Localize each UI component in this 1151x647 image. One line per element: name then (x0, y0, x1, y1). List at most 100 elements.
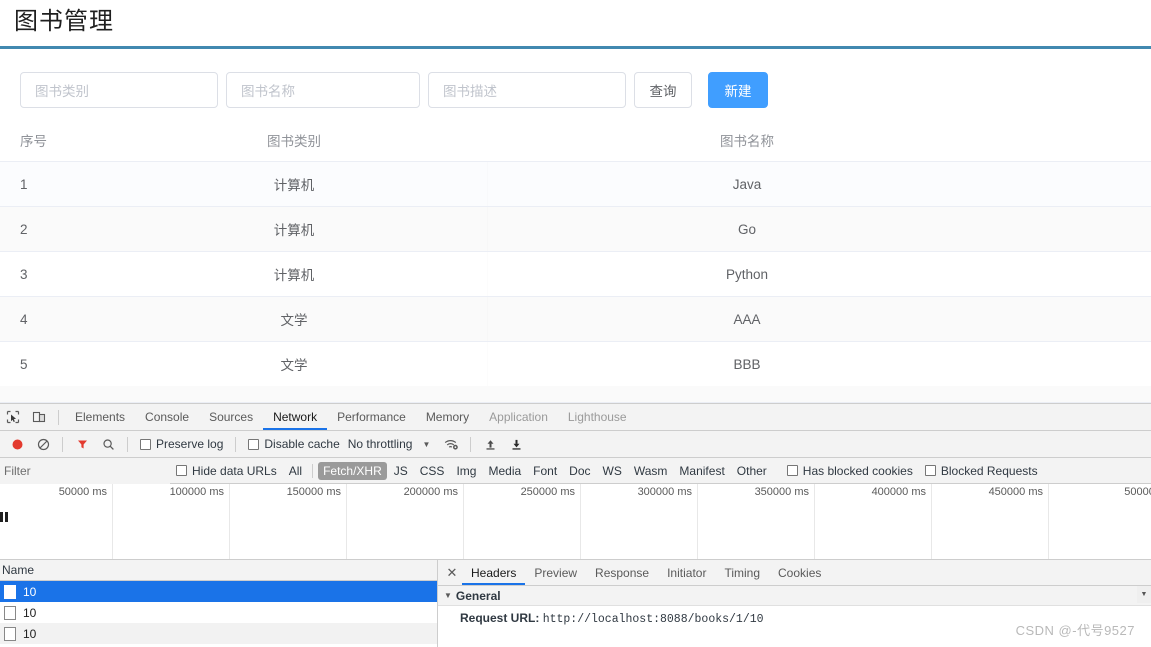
book-description-input[interactable]: 图书描述 (428, 72, 626, 108)
filter-type-font[interactable]: Font (528, 462, 562, 480)
has-blocked-cookies-label: Has blocked cookies (802, 463, 913, 478)
filter-funnel-icon[interactable] (69, 431, 95, 457)
filter-type-ws[interactable]: WS (598, 462, 627, 480)
page-title: 图书管理 (14, 8, 114, 35)
book-name-input[interactable]: 图书名称 (226, 72, 420, 108)
import-har-icon[interactable] (477, 431, 503, 457)
checkbox-box (140, 438, 151, 450)
column-header-index: 序号 (20, 133, 47, 149)
search-icon[interactable] (95, 431, 121, 457)
devtools-panel: Elements Console Sources Network Perform… (0, 403, 1151, 647)
book-description-placeholder: 图书描述 (443, 84, 497, 99)
has-blocked-cookies-checkbox[interactable]: Has blocked cookies (786, 463, 913, 478)
detail-tab-headers[interactable]: Headers (462, 560, 525, 585)
close-icon[interactable]: ✕ (442, 565, 462, 581)
filter-type-img[interactable]: Img (451, 462, 481, 480)
table-row[interactable]: 5 文学 BBB (0, 342, 1151, 387)
fixed-column-shadow (487, 162, 488, 206)
cell-index: 4 (20, 311, 28, 327)
filter-type-other[interactable]: Other (732, 462, 772, 480)
detail-tab-response[interactable]: Response (586, 560, 658, 585)
filter-type-fetch-xhr[interactable]: Fetch/XHR (318, 461, 387, 480)
disable-cache-checkbox[interactable]: Disable cache (248, 437, 340, 451)
timeline-tick: 300000 ms (637, 486, 692, 498)
devtools-tab-application[interactable]: Application (479, 404, 558, 430)
request-url-key: Request URL: (460, 611, 540, 625)
hide-data-urls-label: Hide data URLs (192, 463, 277, 478)
timeline-tick: 500000 (1124, 486, 1151, 498)
general-section-body: Request URL: http://localhost:8088/books… (438, 606, 1151, 628)
detail-tab-preview[interactable]: Preview (525, 560, 586, 585)
filter-type-wasm[interactable]: Wasm (629, 462, 673, 480)
network-filter-bar: Filter Hide data URLs All Fetch/XHR JS C… (0, 457, 1151, 484)
book-table: 序号 图书类别 图书名称 1 计算机 Java 2 计算机 Go 3 计算机 P… (0, 118, 1151, 387)
device-toolbar-icon[interactable] (26, 404, 52, 430)
timeline-tick: 50000 ms (58, 486, 107, 498)
list-item[interactable]: 10 (0, 623, 437, 644)
filter-type-all[interactable]: All (284, 462, 307, 480)
record-button-icon[interactable] (4, 431, 30, 457)
inspect-element-icon[interactable] (0, 404, 26, 430)
fixed-column-shadow (487, 342, 488, 386)
throttling-select[interactable]: No throttling (348, 437, 413, 451)
timeline-tick: 450000 ms (988, 486, 1043, 498)
chevron-down-icon[interactable]: ▼ (422, 440, 430, 449)
filter-type-css[interactable]: CSS (415, 462, 450, 480)
filter-type-manifest[interactable]: Manifest (674, 462, 729, 480)
book-name-placeholder: 图书名称 (241, 84, 295, 99)
network-conditions-icon[interactable] (438, 431, 464, 457)
devtools-tab-console[interactable]: Console (135, 404, 199, 430)
table-row[interactable]: 3 计算机 Python (0, 252, 1151, 297)
network-toolbar: Preserve log Disable cache No throttling… (0, 431, 1151, 458)
cell-name: Python (725, 266, 769, 282)
requests-column-header[interactable]: Name (0, 560, 437, 581)
devtools-tab-lighthouse[interactable]: Lighthouse (558, 404, 637, 430)
devtools-tab-elements[interactable]: Elements (65, 404, 135, 430)
detail-tab-cookies[interactable]: Cookies (769, 560, 830, 585)
timeline-tick: 200000 ms (403, 486, 458, 498)
request-url-row: Request URL: http://localhost:8088/books… (460, 610, 1151, 628)
book-category-input[interactable]: 图书类别 (20, 72, 218, 108)
column-header-category: 图书类别 (267, 133, 321, 149)
devtools-tab-memory[interactable]: Memory (416, 404, 479, 430)
table-row[interactable]: 1 计算机 Java (0, 162, 1151, 207)
hide-data-urls-checkbox[interactable]: Hide data URLs (176, 464, 277, 478)
blocked-requests-checkbox[interactable]: Blocked Requests (924, 464, 1038, 478)
triangle-down-icon: ▼ (444, 591, 452, 600)
table-footer-strip (0, 386, 1151, 403)
request-url-value: http://localhost:8088/books/1/10 (542, 613, 764, 626)
detail-overflow-chevron-down-icon[interactable]: ▼ (1137, 586, 1151, 603)
list-item[interactable]: 10 (0, 602, 437, 623)
cell-index: 1 (20, 176, 28, 192)
filter-input[interactable]: Filter (0, 457, 170, 484)
clear-network-log-icon[interactable] (30, 431, 56, 457)
table-header-row: 序号 图书类别 图书名称 (0, 118, 1151, 162)
preserve-log-checkbox[interactable]: Preserve log (140, 437, 223, 451)
filter-type-js[interactable]: JS (389, 462, 413, 480)
toolbar-separator (62, 436, 63, 452)
filter-type-doc[interactable]: Doc (564, 462, 595, 480)
devtools-tab-network[interactable]: Network (263, 404, 327, 430)
list-item[interactable]: 10 (0, 581, 437, 602)
toolbar-separator (127, 436, 128, 452)
request-file-icon (4, 626, 16, 641)
requests-name-column-label: Name (2, 563, 35, 577)
table-row[interactable]: 2 计算机 Go (0, 207, 1151, 252)
export-har-icon[interactable] (503, 431, 529, 457)
filter-type-media[interactable]: Media (483, 462, 526, 480)
column-header-name: 图书名称 (720, 133, 774, 149)
detail-tab-initiator[interactable]: Initiator (658, 560, 715, 585)
general-section-header[interactable]: ▼ General (438, 586, 1151, 606)
checkbox-box (248, 438, 260, 450)
devtools-tab-performance[interactable]: Performance (327, 404, 416, 430)
detail-tab-timing[interactable]: Timing (715, 560, 769, 585)
toolbar-separator (58, 409, 59, 425)
timeline-request-mark (5, 512, 8, 522)
new-book-button[interactable]: 新建 (708, 72, 768, 108)
timeline-request-mark (0, 512, 3, 522)
devtools-tab-sources[interactable]: Sources (199, 404, 263, 430)
table-row[interactable]: 4 文学 AAA (0, 297, 1151, 342)
network-timeline-overview[interactable]: 50000 ms 100000 ms 150000 ms 200000 ms 2… (0, 484, 1151, 560)
book-management-page: 图书管理 图书类别 图书名称 图书描述 查询 新建 序号 图书类别 图书名称 1… (0, 0, 1151, 403)
query-button[interactable]: 查询 (634, 72, 692, 108)
